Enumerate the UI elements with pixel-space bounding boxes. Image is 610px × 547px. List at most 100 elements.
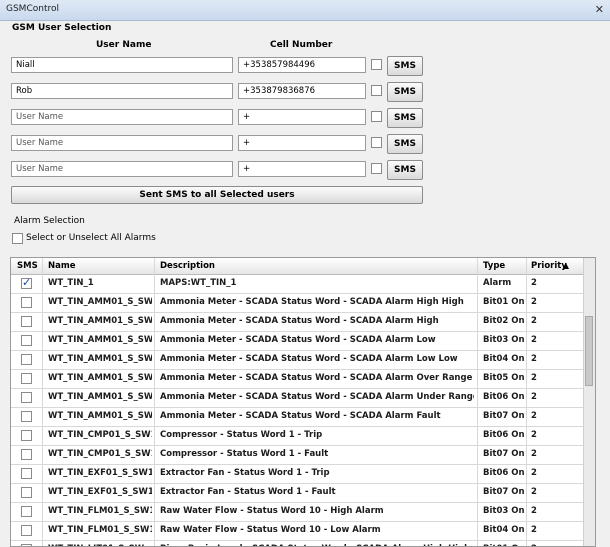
cell-number-field[interactable]: +	[238, 161, 366, 177]
title-bar: GSMControl ✕	[0, 0, 610, 21]
alarm-name-cell: WT_TIN_EXF01_S_SW1	[48, 468, 152, 478]
alarm-type-cell: Bit06 On	[483, 392, 525, 402]
alarm-sms-checkbox[interactable]	[21, 449, 32, 460]
alarm-description-cell: Ammonia Meter - SCADA Status Word - SCAD…	[160, 411, 441, 421]
table-row[interactable]: WT_TIN_AMM01_S_SW Ammonia Meter - SCADA S…	[11, 369, 585, 389]
alarm-name-cell: WT_TIN_AMM01_S_SW	[48, 354, 152, 364]
sms-button[interactable]: SMS	[387, 134, 423, 154]
user-name-field[interactable]: User Name	[11, 109, 233, 125]
alarm-priority-cell: 2	[531, 297, 537, 307]
alarm-description-cell: Compressor - Status Word 1 - Fault	[160, 449, 329, 459]
sms-button[interactable]: SMS	[387, 82, 423, 102]
table-row[interactable]: WT_TIN_CMP01_S_SW1 Compressor - Status Wo…	[11, 426, 585, 446]
alarm-grid: SMS Name Description Type Priority ▲ WT_…	[10, 257, 596, 547]
alarm-name-cell: WT_TIN_AMM01_S_SW	[48, 297, 152, 307]
alarm-name-cell: WT_TIN_FLM01_S_SW10	[48, 506, 152, 516]
alarm-description-cell: Ammonia Meter - SCADA Status Word - SCAD…	[160, 297, 464, 307]
table-row[interactable]: WT_TIN_LIT01_S_SWRiver Basin Level - SCA…	[11, 540, 585, 546]
alarm-priority-cell: 2	[531, 468, 537, 478]
alarm-priority-cell: 2	[531, 430, 537, 440]
table-row[interactable]: WT_TIN_CMP01_S_SW1 Compressor - Status Wo…	[11, 445, 585, 465]
alarm-type-cell: Bit07 On	[483, 487, 525, 497]
user-name-field[interactable]: Rob	[11, 83, 233, 99]
table-row[interactable]: WT_TIN_AMM01_S_SW Ammonia Meter - SCADA S…	[11, 350, 585, 370]
table-row[interactable]: WT_TIN_FLM01_S_SW10 Raw Water Flow - Stat…	[11, 502, 585, 522]
alarm-priority-cell: 2	[531, 278, 537, 288]
alarm-description-cell: Compressor - Status Word 1 - Trip	[160, 430, 323, 440]
alarm-priority-cell: 2	[531, 525, 537, 535]
alarm-type-cell: Bit02 On	[483, 316, 525, 326]
alarm-sms-checkbox[interactable]	[21, 316, 32, 327]
alarm-priority-cell: 2	[531, 487, 537, 497]
table-row[interactable]: WT_TIN_AMM01_S_SW Ammonia Meter - SCADA S…	[11, 312, 585, 332]
sort-ascending-icon: ▲	[562, 261, 569, 271]
cell-number-field[interactable]: +353879836876	[238, 83, 366, 99]
alarm-name-cell: WT_TIN_CMP01_S_SW1	[48, 430, 152, 440]
cell-number-field[interactable]: +353857984496	[238, 57, 366, 73]
alarm-sms-checkbox[interactable]	[21, 430, 32, 441]
user-select-checkbox[interactable]	[371, 137, 382, 148]
grid-header-description[interactable]: Description	[160, 261, 215, 271]
grid-header-sms[interactable]: SMS	[17, 261, 38, 271]
sms-button[interactable]: SMS	[387, 108, 423, 128]
user-selection-group-label: GSM User Selection	[12, 23, 112, 33]
alarm-type-cell: Bit04 On	[483, 525, 525, 535]
alarm-sms-checkbox[interactable]	[21, 506, 32, 517]
alarm-sms-checkbox[interactable]	[21, 525, 32, 536]
alarm-description-cell: Raw Water Flow - Status Word 10 - Low Al…	[160, 525, 381, 535]
grid-vertical-scrollbar[interactable]	[583, 258, 595, 546]
alarm-priority-cell: 2	[531, 354, 537, 364]
alarm-description-cell: MAPS:WT_TIN_1	[160, 278, 237, 288]
alarm-description-cell: Extractor Fan - Status Word 1 - Trip	[160, 468, 330, 478]
table-row[interactable]: WT_TIN_AMM01_S_SW Ammonia Meter - SCADA S…	[11, 388, 585, 408]
table-row[interactable]: WT_TIN_AMM01_S_SW Ammonia Meter - SCADA S…	[11, 407, 585, 427]
alarm-sms-checkbox[interactable]	[21, 468, 32, 479]
user-name-field[interactable]: User Name	[11, 135, 233, 151]
alarm-description-cell: Raw Water Flow - Status Word 10 - High A…	[160, 506, 384, 516]
user-select-checkbox[interactable]	[371, 85, 382, 96]
alarm-type-cell: Bit03 On	[483, 506, 525, 516]
alarm-name-cell: WT_TIN_AMM01_S_SW	[48, 392, 152, 402]
table-row[interactable]: WT_TIN_AMM01_S_SW Ammonia Meter - SCADA S…	[11, 293, 585, 313]
alarm-sms-checkbox[interactable]	[21, 276, 32, 289]
alarm-priority-cell: 2	[531, 316, 537, 326]
select-all-alarms-label: Select or Unselect All Alarms	[26, 233, 156, 243]
alarm-sms-checkbox[interactable]	[21, 354, 32, 365]
alarm-sms-checkbox[interactable]	[21, 487, 32, 498]
send-sms-all-button[interactable]: Sent SMS to all Selected users	[11, 186, 423, 204]
alarm-sms-checkbox[interactable]	[21, 297, 32, 308]
alarm-sms-checkbox[interactable]	[21, 335, 32, 346]
table-row[interactable]: WT_TIN_EXF01_S_SW1 Extractor Fan - Status…	[11, 483, 585, 503]
cell-number-field[interactable]: +	[238, 109, 366, 125]
table-row[interactable]: WT_TIN_FLM01_S_SW10 Raw Water Flow - Stat…	[11, 521, 585, 541]
alarm-sms-checkbox[interactable]	[21, 411, 32, 422]
alarm-name-cell: WT_TIN_1	[48, 278, 94, 288]
user-select-checkbox[interactable]	[371, 163, 382, 174]
table-row[interactable]: WT_TIN_AMM01_S_SW Ammonia Meter - SCADA S…	[11, 331, 585, 351]
alarm-name-cell: WT_TIN_AMM01_S_SW	[48, 411, 152, 421]
alarm-sms-checkbox[interactable]	[21, 392, 32, 403]
grid-header-name[interactable]: Name	[48, 261, 75, 271]
alarm-priority-cell: 2	[531, 392, 537, 402]
sms-button[interactable]: SMS	[387, 160, 423, 180]
close-icon[interactable]: ✕	[595, 3, 604, 16]
user-name-field[interactable]: Niall	[11, 57, 233, 73]
grid-header-type[interactable]: Type	[483, 261, 505, 271]
table-row[interactable]: WT_TIN_1 MAPS:WT_TIN_1 Alarm 2	[11, 274, 585, 294]
alarm-description-cell: Ammonia Meter - SCADA Status Word - SCAD…	[160, 335, 436, 345]
select-all-alarms-checkbox[interactable]	[12, 233, 23, 244]
scrollbar-thumb[interactable]	[585, 316, 593, 386]
user-name-field[interactable]: User Name	[11, 161, 233, 177]
sms-button[interactable]: SMS	[387, 56, 423, 76]
alarm-selection-label: Alarm Selection	[14, 216, 85, 226]
alarm-priority-cell: 2	[531, 411, 537, 421]
alarm-priority-cell: 2	[531, 449, 537, 459]
cell-number-field[interactable]: +	[238, 135, 366, 151]
alarm-description-cell: Ammonia Meter - SCADA Status Word - SCAD…	[160, 373, 473, 383]
alarm-type-cell: Bit04 On	[483, 354, 525, 364]
alarm-type-cell: Bit06 On	[483, 468, 525, 478]
user-select-checkbox[interactable]	[371, 59, 382, 70]
alarm-sms-checkbox[interactable]	[21, 373, 32, 384]
table-row[interactable]: WT_TIN_EXF01_S_SW1 Extractor Fan - Status…	[11, 464, 585, 484]
user-select-checkbox[interactable]	[371, 111, 382, 122]
